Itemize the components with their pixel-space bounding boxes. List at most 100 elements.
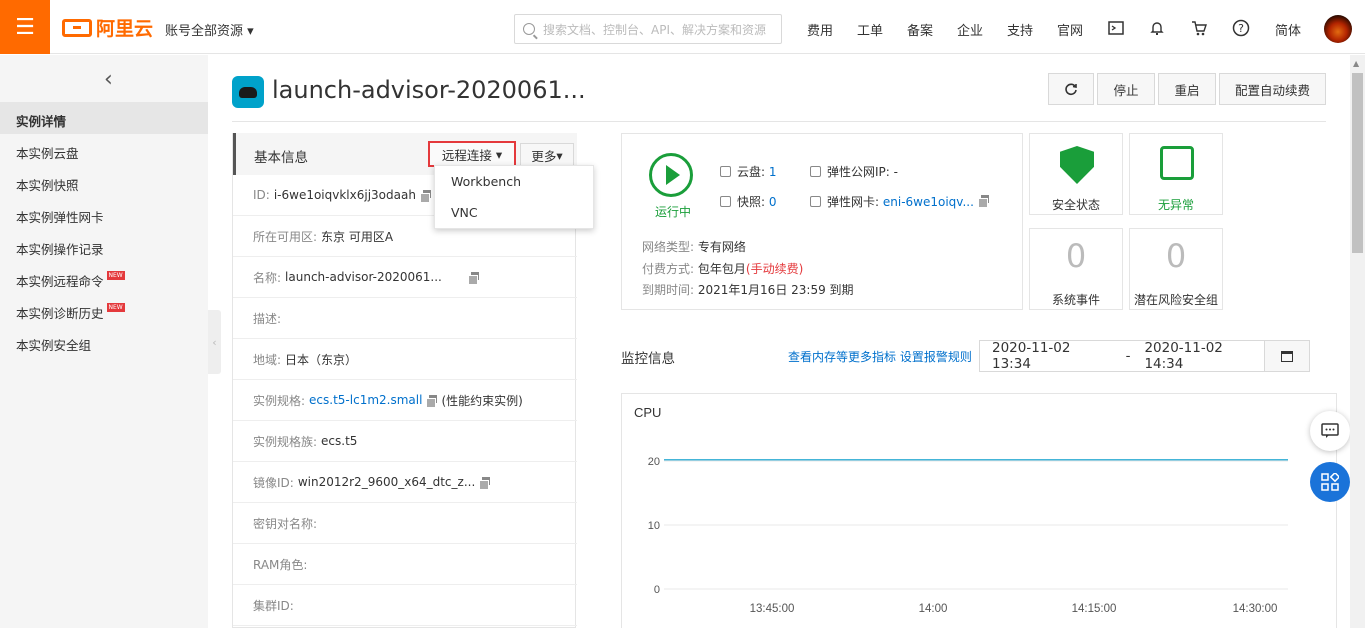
monitor-more-metrics-link[interactable]: 查看内存等更多指标 设置报警规则 bbox=[788, 348, 972, 365]
eip-info: 弹性公网IP: - bbox=[810, 163, 898, 180]
monitor-title: 监控信息 bbox=[621, 351, 675, 367]
info-row-instance-type: 实例规格: ecs.t5-lc1m2.small (性能约束实例) bbox=[233, 380, 577, 421]
expire-time: 到期时间: 2021年1月16日 23:59 到期 bbox=[642, 283, 854, 297]
sidebar-item-disks[interactable]: 本实例云盘 bbox=[16, 143, 79, 162]
copy-icon[interactable] bbox=[479, 476, 491, 490]
instance-type-link[interactable]: ecs.t5-lc1m2.small bbox=[309, 393, 422, 407]
nav-support[interactable]: 支持 bbox=[1007, 20, 1033, 39]
snapshot-icon bbox=[720, 196, 731, 207]
search-input[interactable]: 搜索文档、控制台、API、解决方案和资源 bbox=[514, 14, 782, 44]
x-tick-label: 14:00 bbox=[919, 603, 948, 615]
edit-copy-icon[interactable] bbox=[467, 271, 479, 285]
language-switch[interactable]: 简体 bbox=[1275, 20, 1301, 39]
x-tick-label: 13:45:00 bbox=[750, 603, 795, 615]
account-resources-dropdown[interactable]: 账号全部资源 ▾ bbox=[165, 20, 254, 39]
sidebar-item-remote-command[interactable]: 本实例远程命令 NEW bbox=[16, 271, 125, 290]
feedback-chat-icon[interactable] bbox=[1310, 411, 1350, 451]
sidebar-item-snapshots[interactable]: 本实例快照 bbox=[16, 175, 79, 194]
nav-enterprise[interactable]: 企业 bbox=[957, 20, 983, 39]
calendar-button[interactable] bbox=[1264, 340, 1310, 372]
sidebar: ‹ 实例详情 本实例云盘 本实例快照 本实例弹性网卡 本实例操作记录 本实例远程… bbox=[0, 55, 208, 628]
calendar-icon bbox=[1281, 350, 1293, 362]
info-row-name: 名称: launch-advisor-2020061... bbox=[233, 257, 577, 298]
copy-icon[interactable] bbox=[977, 195, 989, 208]
network-type: 网络类型: 专有网络 bbox=[642, 240, 746, 254]
svg-text:?: ? bbox=[1238, 22, 1244, 35]
eip-icon bbox=[810, 166, 821, 177]
menu-icon[interactable]: ☰ bbox=[0, 0, 50, 54]
x-tick-label: 14:15:00 bbox=[1072, 603, 1117, 615]
no-anomaly-card[interactable]: 无异常 bbox=[1129, 133, 1223, 215]
info-row-cluster-id: 集群ID: bbox=[233, 585, 577, 626]
new-badge: NEW bbox=[106, 271, 125, 280]
scrollbar-thumb[interactable] bbox=[1352, 73, 1363, 253]
y-tick-label: 10 bbox=[648, 520, 660, 532]
sidebar-collapse-handle[interactable]: ‹ bbox=[208, 310, 221, 374]
system-events-card[interactable]: 0 系统事件 bbox=[1029, 228, 1123, 310]
copy-icon[interactable] bbox=[426, 394, 438, 408]
running-status: 运行中 bbox=[655, 205, 692, 219]
eni-icon bbox=[810, 196, 821, 207]
cart-icon[interactable] bbox=[1189, 18, 1209, 38]
page-scrollbar[interactable]: ▲ bbox=[1350, 55, 1365, 628]
sidebar-item-operation-log[interactable]: 本实例操作记录 bbox=[16, 239, 104, 258]
aliyun-logo[interactable]: 阿里云 bbox=[62, 14, 153, 41]
stop-button[interactable]: 停止 bbox=[1097, 73, 1155, 105]
eni-info: 弹性网卡: eni-6we1oiqv... bbox=[810, 193, 989, 210]
basic-info-title: 基本信息 bbox=[254, 150, 308, 166]
auto-renew-button[interactable]: 配置自动续费 bbox=[1219, 73, 1326, 105]
nav-billing[interactable]: 费用 bbox=[807, 20, 833, 39]
date-range-picker[interactable]: 2020-11-02 13:34-2020-11-02 14:34 bbox=[979, 340, 1265, 372]
bell-icon[interactable] bbox=[1147, 18, 1167, 38]
pulse-monitor-icon bbox=[1160, 146, 1194, 180]
refresh-icon bbox=[1065, 83, 1077, 96]
apps-grid-icon[interactable] bbox=[1310, 462, 1350, 502]
sidebar-item-diagnosis-history[interactable]: 本实例诊断历史 NEW bbox=[16, 303, 125, 322]
disk-count: 云盘: 1 bbox=[720, 163, 777, 180]
info-row-ram-role: RAM角色: bbox=[233, 544, 577, 585]
page-title: launch-advisor-2020061... bbox=[272, 76, 586, 104]
top-bar: ☰ 阿里云 账号全部资源 ▾ 搜索文档、控制台、API、解决方案和资源 费用 工… bbox=[0, 0, 1365, 54]
search-icon bbox=[523, 23, 535, 35]
sidebar-item-eni[interactable]: 本实例弹性网卡 bbox=[16, 207, 104, 226]
risk-security-group-card[interactable]: 0 潜在风险安全组 bbox=[1129, 228, 1223, 310]
nav-ticket[interactable]: 工单 bbox=[857, 20, 883, 39]
sidebar-item-security-group[interactable]: 本实例安全组 bbox=[16, 335, 91, 354]
snapshot-count: 快照: 0 bbox=[720, 193, 777, 210]
more-button[interactable]: 更多 ▾ bbox=[520, 143, 574, 167]
sidebar-item-instance-details[interactable]: 实例详情 bbox=[16, 111, 66, 130]
nav-icp[interactable]: 备案 bbox=[907, 20, 933, 39]
divider bbox=[232, 121, 1326, 122]
status-panel: 运行中 云盘: 1 快照: 0 弹性公网IP: - 弹性网卡: eni-6we1… bbox=[621, 133, 1023, 310]
y-tick-label: 0 bbox=[654, 584, 660, 596]
info-row-description: 描述: bbox=[233, 298, 577, 339]
y-tick-label: 20 bbox=[648, 456, 660, 468]
chart-title: CPU bbox=[634, 405, 661, 420]
remote-connect-dropdown: Workbench VNC bbox=[434, 165, 594, 229]
security-status-card[interactable]: 安全状态 bbox=[1029, 133, 1123, 215]
dropdown-item-workbench[interactable]: Workbench bbox=[435, 166, 593, 197]
instance-cloud-icon bbox=[232, 76, 264, 108]
dropdown-item-vnc[interactable]: VNC bbox=[435, 197, 593, 228]
shield-cloud-icon bbox=[1060, 146, 1094, 184]
new-badge: NEW bbox=[106, 303, 125, 312]
info-row-keypair: 密钥对名称: bbox=[233, 503, 577, 544]
x-tick-label: 14:30:00 bbox=[1233, 603, 1278, 615]
scroll-up-icon[interactable]: ▲ bbox=[1353, 59, 1359, 68]
info-row-region: 地域: 日本（东京） bbox=[233, 339, 577, 380]
terminal-icon[interactable] bbox=[1106, 18, 1126, 38]
disk-icon bbox=[720, 166, 731, 177]
back-chevron-icon[interactable]: ‹ bbox=[104, 67, 113, 92]
refresh-button[interactable] bbox=[1048, 73, 1094, 105]
copy-icon[interactable] bbox=[419, 189, 431, 203]
restart-button[interactable]: 重启 bbox=[1158, 73, 1216, 105]
cpu-chart: CPU 0 10 20 13:45:00 14:00 14:15:00 14:30:00 bbox=[621, 393, 1337, 628]
avatar[interactable] bbox=[1324, 15, 1352, 43]
billing-method: 付费方式: 包年包月(手动续费) bbox=[642, 262, 804, 276]
remote-connect-button[interactable]: 远程连接 ▾ bbox=[428, 141, 516, 167]
help-icon[interactable]: ? bbox=[1231, 18, 1251, 38]
info-row-image-id: 镜像ID: win2012r2_9600_x64_dtc_z... bbox=[233, 462, 577, 503]
cpu-chart-svg: CPU 0 10 20 13:45:00 14:00 14:15:00 14:30:00 bbox=[634, 405, 1288, 615]
info-row-instance-family: 实例规格族: ecs.t5 bbox=[233, 421, 577, 462]
nav-official-site[interactable]: 官网 bbox=[1057, 20, 1083, 39]
